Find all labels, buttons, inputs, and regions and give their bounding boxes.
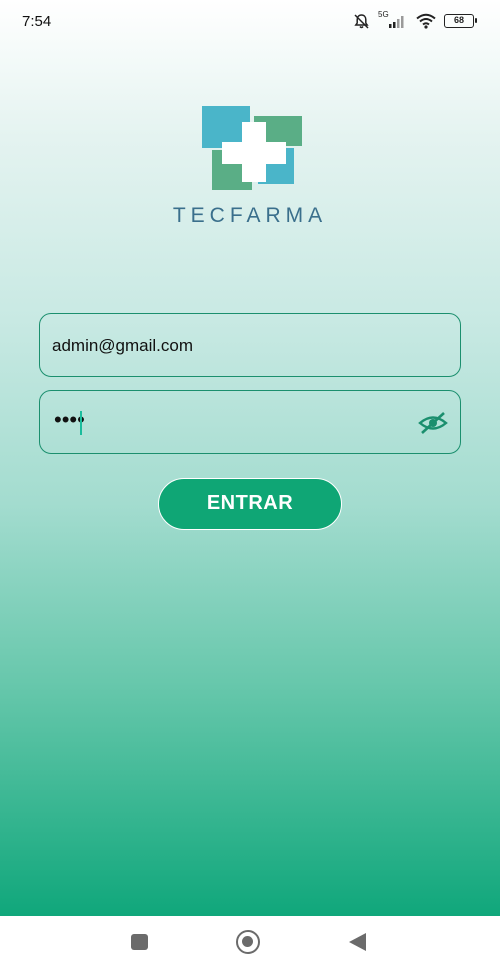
battery-icon: 68	[444, 14, 477, 28]
wifi-icon	[416, 13, 436, 29]
tecfarma-logo-icon	[200, 104, 304, 192]
signal-icon: 5G	[378, 10, 408, 31]
password-field[interactable]: ••••	[39, 390, 461, 454]
email-value[interactable]: admin@gmail.com	[52, 336, 193, 356]
login-button[interactable]: ENTRAR	[158, 478, 342, 530]
bell-off-icon	[353, 13, 370, 30]
login-screen: 7:54 5G 68 TECFARMA admin@gmail.com ••••…	[0, 0, 500, 916]
brand-name: TECFARMA	[172, 204, 328, 227]
home-icon[interactable]	[236, 930, 260, 954]
email-field[interactable]: admin@gmail.com	[39, 313, 461, 377]
navigation-bar	[0, 916, 500, 968]
status-icons: 5G 68	[353, 10, 477, 32]
back-icon[interactable]	[349, 933, 366, 951]
eye-off-icon[interactable]	[418, 411, 448, 435]
status-bar: 7:54 5G 68	[0, 0, 500, 44]
recent-apps-icon[interactable]	[131, 934, 148, 950]
text-cursor	[80, 411, 82, 435]
status-time: 7:54	[22, 13, 52, 30]
